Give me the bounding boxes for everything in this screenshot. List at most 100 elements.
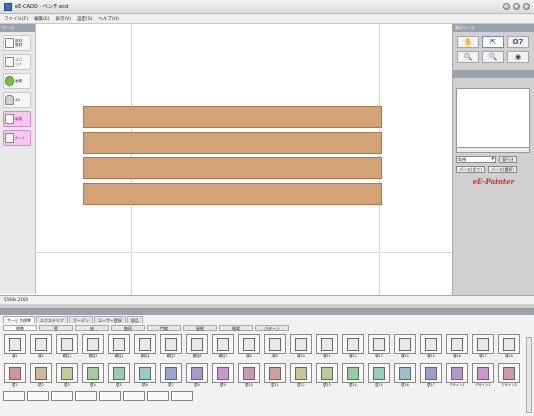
- library-item[interactable]: 壁15: [367, 363, 391, 390]
- library-item[interactable]: 壁9: [211, 363, 235, 390]
- library-item[interactable]: [51, 391, 73, 416]
- library-subtab[interactable]: 床: [75, 325, 109, 331]
- menu-view[interactable]: 表示(V): [55, 16, 71, 22]
- library-item[interactable]: デザイン1: [445, 363, 469, 390]
- library-tab[interactable]: ユーザー登録: [93, 316, 126, 323]
- library-item-thumbnail: [368, 363, 390, 383]
- library-item[interactable]: 塀16: [445, 334, 469, 361]
- thumbnail-shape: [321, 338, 333, 351]
- minimize-button[interactable]: [503, 3, 510, 10]
- library-item[interactable]: 壁16: [393, 363, 417, 390]
- library-subtab[interactable]: パターン: [255, 325, 289, 331]
- library-item[interactable]: 塀14: [393, 334, 417, 361]
- library-item[interactable]: 塀12: [341, 334, 365, 361]
- library-item[interactable]: 塀柱3: [107, 334, 131, 361]
- library-item-thumbnail: [316, 363, 338, 383]
- perspective-selected-button[interactable]: パース(選択): [487, 166, 517, 173]
- depth-button[interactable]: 奥行き: [499, 156, 517, 163]
- bench-plank[interactable]: [83, 157, 382, 179]
- menu-settings[interactable]: 設定(S): [77, 16, 92, 22]
- library-item[interactable]: 塀8: [237, 334, 261, 361]
- thumbnail-shape: [373, 338, 385, 351]
- library-item[interactable]: 壁8: [185, 363, 209, 390]
- library-tab[interactable]: ガーデン: [68, 316, 93, 323]
- library-item[interactable]: [3, 391, 25, 416]
- status-text: 5504x 2160: [4, 297, 28, 302]
- view-select[interactable]: 斜視: [456, 156, 496, 163]
- library-item[interactable]: 塀柱6: [185, 334, 209, 361]
- tool-cut-button[interactable]: カット: [3, 130, 31, 146]
- drawing-canvas[interactable]: [37, 24, 451, 295]
- maximize-button[interactable]: [513, 3, 520, 10]
- library-item[interactable]: [75, 391, 97, 416]
- library-item[interactable]: 塀9: [263, 334, 287, 361]
- library-item[interactable]: 塀15: [419, 334, 443, 361]
- library-tab[interactable]: 部品: [126, 316, 143, 323]
- bench-plank[interactable]: [83, 106, 382, 128]
- library-item[interactable]: 壁10: [237, 363, 261, 390]
- library-item[interactable]: 塀柱1: [55, 334, 79, 361]
- library-subtab[interactable]: 標準: [3, 325, 37, 331]
- library-item[interactable]: 塀柱2: [81, 334, 105, 361]
- library-item[interactable]: 壁5: [107, 363, 131, 390]
- library-item[interactable]: 塀2: [29, 334, 53, 361]
- library-item[interactable]: 壁6: [133, 363, 157, 390]
- library-item[interactable]: [147, 391, 169, 416]
- library-item[interactable]: 塀13: [367, 334, 391, 361]
- library-subtab[interactable]: 植栽: [219, 325, 253, 331]
- library-item[interactable]: デザイン2: [471, 363, 495, 390]
- library-tab[interactable]: エクステリア: [36, 316, 68, 323]
- thumbnail-shape: [139, 338, 151, 351]
- menu-help[interactable]: ヘルプ(H): [98, 16, 118, 22]
- tool-image-button[interactable]: 画像: [3, 73, 31, 89]
- library-item[interactable]: 壁4: [81, 363, 105, 390]
- tool-unit-button[interactable]: ユニ ット: [3, 54, 31, 70]
- library-subtab[interactable]: 屋根: [183, 325, 217, 331]
- library-subtab[interactable]: 階段: [111, 325, 145, 331]
- library-item[interactable]: デザイン3: [497, 363, 521, 390]
- library-item[interactable]: 壁14: [341, 363, 365, 390]
- bench-plank[interactable]: [83, 183, 382, 205]
- zoom-out-icon[interactable]: 🔍: [482, 51, 504, 63]
- tool-3d-button[interactable]: 3D: [3, 92, 31, 108]
- library-item[interactable]: [99, 391, 121, 416]
- thumbnail-shape: [503, 338, 515, 351]
- menu-file[interactable]: ファイル(F): [4, 16, 28, 22]
- rotate-icon[interactable]: O7: [507, 36, 529, 48]
- library-item[interactable]: 壁12: [289, 363, 313, 390]
- hand-icon[interactable]: ✋: [457, 36, 479, 48]
- bench-plank[interactable]: [83, 132, 382, 154]
- perspective-all-button[interactable]: パース(全て): [456, 166, 485, 173]
- zoom-in-icon[interactable]: 🔍: [457, 51, 479, 63]
- library-item[interactable]: 塀18: [497, 334, 521, 361]
- library-item[interactable]: [171, 391, 193, 416]
- library-item[interactable]: 壁3: [55, 363, 79, 390]
- library-item[interactable]: [123, 391, 145, 416]
- library-item[interactable]: 塀17: [471, 334, 495, 361]
- close-button[interactable]: [523, 3, 530, 10]
- library-item[interactable]: 壁13: [315, 363, 339, 390]
- library-subtab[interactable]: 壁: [39, 325, 73, 331]
- library-item[interactable]: 塀柱4: [133, 334, 157, 361]
- library-item[interactable]: 壁7: [159, 363, 183, 390]
- library-item[interactable]: 塀柱7: [211, 334, 235, 361]
- library-item[interactable]: 塀10: [289, 334, 313, 361]
- tool-edit-button[interactable]: 編集: [3, 111, 31, 127]
- library-item[interactable]: 壁11: [263, 363, 287, 390]
- library-item[interactable]: 壁1: [3, 363, 27, 390]
- thumbnail-shape: [243, 367, 255, 380]
- library-item[interactable]: [27, 391, 49, 416]
- tool-register-button[interactable]: 部材 登録: [3, 35, 31, 51]
- library-scrollbar[interactable]: [526, 337, 532, 413]
- pointer-icon[interactable]: ⇱: [482, 36, 504, 48]
- library-item[interactable]: 塀1: [3, 334, 27, 361]
- library-subtab[interactable]: 門扉: [147, 325, 181, 331]
- menu-edit[interactable]: 編集(E): [34, 16, 49, 22]
- eye-icon[interactable]: ◉: [507, 51, 529, 63]
- library-item[interactable]: 塀柱5: [159, 334, 183, 361]
- library-item[interactable]: 壁2: [29, 363, 53, 390]
- library-tab[interactable]: サービス標準: [3, 316, 35, 323]
- library-item[interactable]: 塀11: [315, 334, 339, 361]
- library-item-label: 壁9: [220, 383, 226, 387]
- library-item[interactable]: 壁17: [419, 363, 443, 390]
